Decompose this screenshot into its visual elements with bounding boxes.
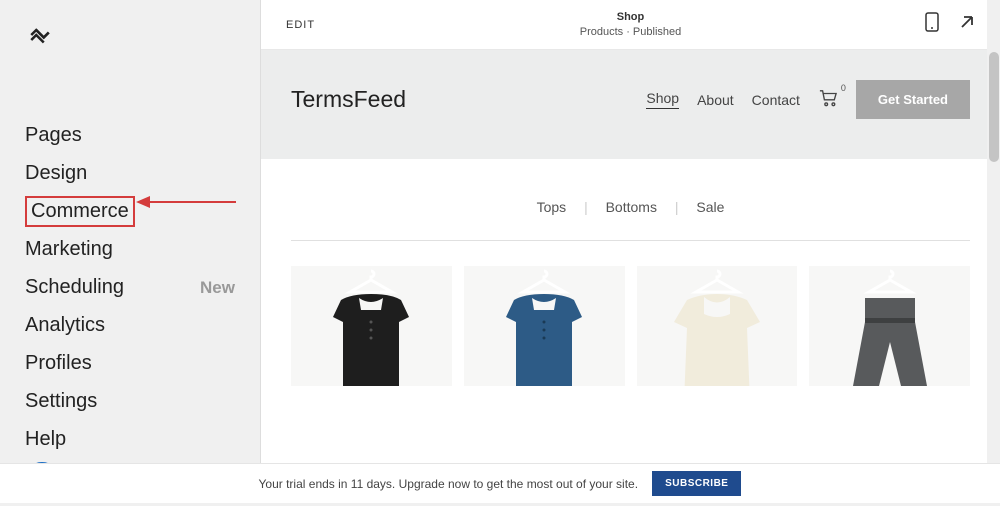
get-started-button[interactable]: Get Started bbox=[856, 80, 970, 119]
sidebar-item-settings[interactable]: Settings bbox=[25, 386, 235, 417]
page-title: Shop bbox=[580, 10, 682, 24]
nav-link-contact[interactable]: Contact bbox=[752, 92, 800, 108]
mobile-view-icon[interactable] bbox=[925, 12, 939, 37]
sidebar-item-pages[interactable]: Pages bbox=[25, 120, 235, 151]
preview-pane: EDIT Shop Products · Published TermsFeed… bbox=[260, 0, 1000, 503]
product-card[interactable] bbox=[291, 266, 452, 386]
sidebar-item-marketing[interactable]: Marketing bbox=[25, 234, 235, 265]
product-card[interactable] bbox=[464, 266, 625, 386]
new-badge: New bbox=[200, 278, 235, 298]
subscribe-button[interactable]: SUBSCRIBE bbox=[652, 471, 741, 496]
category-tops[interactable]: Tops bbox=[537, 199, 567, 215]
preview-topbar: EDIT Shop Products · Published bbox=[261, 0, 1000, 50]
product-card[interactable] bbox=[809, 266, 970, 386]
site-header: TermsFeed Shop About Contact 0 Get Start… bbox=[261, 50, 1000, 159]
annotation-arrow-icon bbox=[136, 192, 236, 212]
garment-image bbox=[321, 292, 421, 386]
cart-icon[interactable]: 0 bbox=[818, 89, 838, 110]
sidebar-item-analytics[interactable]: Analytics bbox=[25, 310, 235, 341]
sidebar-item-help[interactable]: Help bbox=[25, 424, 235, 455]
garment-image bbox=[835, 292, 945, 386]
sidebar-item-commerce[interactable]: Commerce bbox=[25, 196, 135, 227]
edit-button[interactable]: EDIT bbox=[286, 19, 315, 31]
page-subtitle: Products · Published bbox=[580, 25, 682, 39]
sidebar: Pages Design Commerce Marketing Scheduli… bbox=[0, 0, 260, 503]
garment-image bbox=[662, 292, 772, 386]
category-bottoms[interactable]: Bottoms bbox=[606, 199, 657, 215]
sidebar-item-profiles[interactable]: Profiles bbox=[25, 348, 235, 379]
expand-icon[interactable] bbox=[959, 14, 975, 35]
site-brand[interactable]: TermsFeed bbox=[291, 86, 406, 113]
sidebar-nav: Pages Design Commerce Marketing Scheduli… bbox=[25, 120, 235, 462]
cart-count: 0 bbox=[841, 83, 846, 93]
product-grid bbox=[261, 241, 1000, 386]
garment-image bbox=[494, 292, 594, 386]
product-card[interactable] bbox=[637, 266, 798, 386]
nav-link-about[interactable]: About bbox=[697, 92, 734, 108]
trial-banner: Your trial ends in 11 days. Upgrade now … bbox=[0, 463, 1000, 503]
category-sale[interactable]: Sale bbox=[696, 199, 724, 215]
preview-scrollbar[interactable] bbox=[987, 0, 1000, 503]
site-nav: Shop About Contact 0 Get Started bbox=[646, 80, 970, 119]
sidebar-item-design[interactable]: Design bbox=[25, 158, 235, 189]
trial-message: Your trial ends in 11 days. Upgrade now … bbox=[259, 477, 639, 491]
sidebar-item-scheduling[interactable]: SchedulingNew bbox=[25, 272, 235, 303]
nav-link-shop[interactable]: Shop bbox=[646, 90, 679, 109]
squarespace-logo-icon bbox=[25, 20, 55, 50]
category-filter: Tops | Bottoms | Sale bbox=[261, 159, 1000, 240]
